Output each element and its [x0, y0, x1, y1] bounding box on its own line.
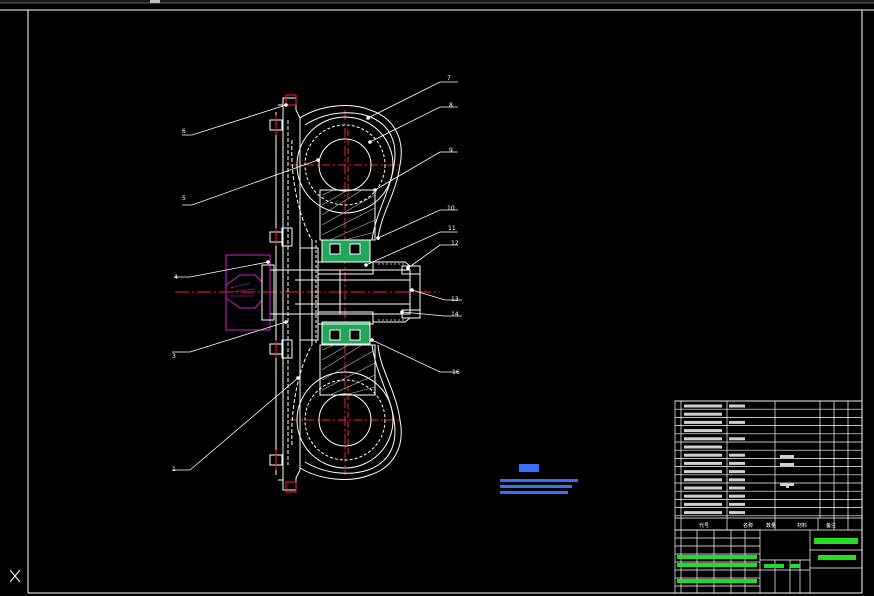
part-label-3: 3: [172, 353, 176, 360]
bom-code-cell-2: [684, 420, 722, 424]
part-label-6: 6: [182, 128, 186, 135]
title-header-code-2: 数量: [766, 522, 776, 529]
bom-code-cell-6: [684, 453, 722, 457]
bom-code-cell-10: [684, 486, 722, 490]
tech-note-heading: [519, 464, 539, 472]
leader-dot-8: [368, 140, 372, 144]
lower-blade-block: [319, 344, 376, 396]
drawing-number-green: [818, 555, 856, 560]
impeller-wall-lower: [291, 344, 313, 446]
bom-name-cell-13: [729, 511, 745, 515]
bom-name-cell-4: [729, 437, 745, 441]
leader-line-16: [371, 339, 458, 373]
technical-requirements-note: [500, 464, 578, 494]
leader-line-10: [377, 209, 458, 239]
bom-material-cell-3: [786, 485, 789, 488]
bom-code-cell-13: [684, 511, 722, 515]
leader-line-9: [374, 151, 458, 191]
title-header-code-0: 代号: [699, 522, 709, 529]
leader-dot-6: [284, 103, 288, 107]
leader-line-5: [182, 159, 319, 206]
leader-line-12: [407, 244, 458, 269]
part-label-5: 5: [182, 195, 186, 202]
bom-name-cell-0: [729, 404, 745, 408]
part-label-16: 16: [452, 369, 460, 376]
scale-green: [764, 564, 784, 568]
leader-dot-7: [366, 116, 370, 120]
bom-code-cell-0: [684, 404, 722, 408]
title-header-code-4: 备注: [826, 522, 836, 529]
leader-dot-12: [406, 266, 410, 270]
leader-dot-1: [296, 376, 300, 380]
ucs-icon: [9, 569, 21, 583]
bom-code-cell-7: [684, 461, 722, 465]
part-label-1: 1: [172, 466, 176, 473]
tech-note-line-1: [500, 479, 578, 482]
title-header-code-3: 材料: [797, 522, 807, 529]
bom-name-cell-7: [729, 461, 745, 465]
bom-code-cell-1: [684, 412, 722, 416]
leader-lines: [172, 81, 462, 471]
bom-name-cell-10: [729, 486, 745, 490]
bom-code-cell-8: [684, 470, 722, 474]
impeller-wall-upper: [291, 139, 313, 241]
part-label-8: 8: [449, 102, 453, 109]
bom-code-cell-3: [684, 429, 722, 433]
part-label-7: 7: [447, 75, 451, 82]
part-label-10: 10: [447, 205, 455, 212]
bom-code-cell-11: [684, 494, 722, 498]
bom-name-cell-9: [729, 478, 745, 482]
leader-dot-14: [400, 310, 404, 314]
upper-outer-shell: [299, 105, 402, 241]
part-label-13: 13: [451, 296, 459, 303]
bom-material-cell-0: [780, 455, 794, 458]
bom-code-cell-5: [684, 445, 722, 449]
bom-name-cell-12: [729, 502, 745, 506]
leader-dot-10: [376, 236, 380, 240]
leader-dot-9: [373, 188, 377, 192]
leader-line-7: [367, 81, 458, 119]
signoff-green-3: [677, 579, 757, 583]
leader-dot-4: [266, 260, 270, 264]
bom-material-cell-1: [780, 463, 794, 466]
tech-note-line-2: [500, 485, 572, 488]
signoff-green-2: [677, 563, 757, 567]
part-label-12: 12: [451, 240, 459, 247]
drawing-title-green: [814, 538, 858, 544]
top-strip-marker: [150, 0, 160, 3]
leader-dot-3: [284, 320, 288, 324]
leader-line-3: [172, 321, 287, 353]
leader-dot-5: [316, 158, 320, 162]
bom-name-cell-8: [729, 470, 745, 474]
part-label-4: 4: [174, 274, 178, 281]
upper-bearing-green: [321, 239, 371, 263]
bom-code-cell-4: [684, 437, 722, 441]
bom-code-cell-9: [684, 478, 722, 482]
hub-left-ring: [299, 247, 319, 341]
leader-dot-16: [370, 338, 374, 342]
bom-name-cell-11: [729, 494, 745, 498]
title-header-code-1: 名称: [743, 522, 753, 529]
lower-bearing-green: [321, 321, 371, 345]
part-label-9: 9: [449, 147, 453, 154]
signoff-green-1: [677, 555, 757, 559]
part-label-14: 14: [451, 311, 459, 318]
tech-note-line-3: [500, 491, 568, 494]
leader-dot-13: [410, 288, 414, 292]
part-label-11: 11: [448, 225, 456, 232]
bom-name-cell-6: [729, 453, 745, 457]
cad-drawing-canvas[interactable]: 13456789101112131416 代号 名称 数量 材料 备注: [0, 0, 874, 596]
bom-name-cell-2: [729, 420, 745, 424]
sheet-green: [790, 564, 800, 568]
bom-code-cell-12: [684, 502, 722, 506]
fluid-coupling-section-view: [175, 94, 440, 493]
leader-dot-11: [364, 263, 368, 267]
title-block-green-fields: [677, 538, 858, 583]
leader-line-1: [172, 377, 299, 471]
